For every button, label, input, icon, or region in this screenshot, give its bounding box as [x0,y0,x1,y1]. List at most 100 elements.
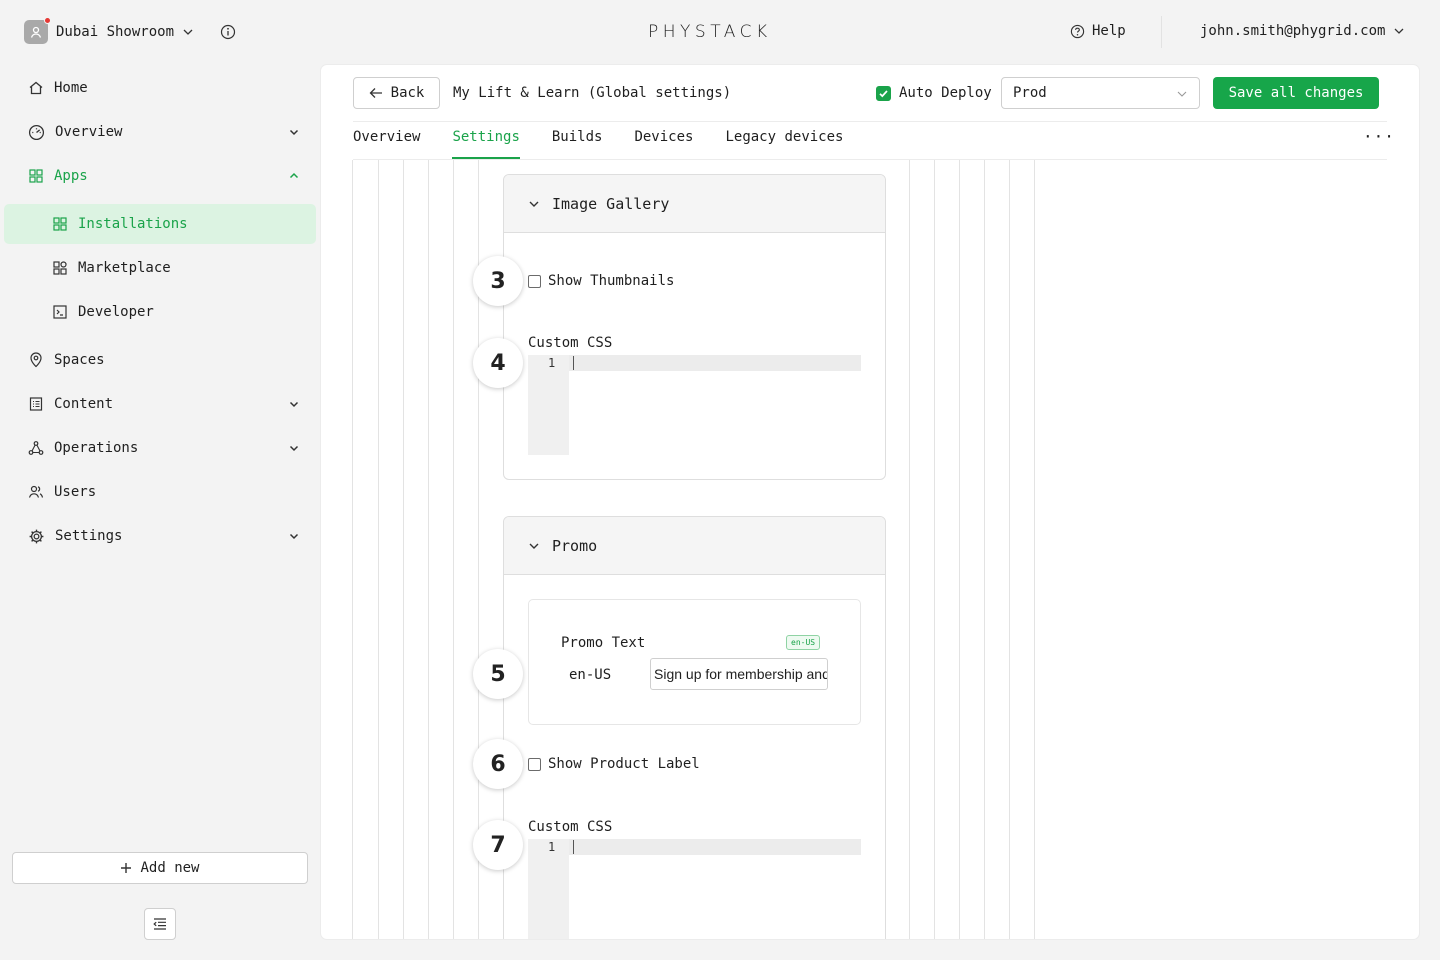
sidebar-item-label: Overview [55,124,123,140]
sidebar-item-installations[interactable]: Installations [52,212,188,236]
sidebar-item-spaces[interactable]: Spaces [28,348,300,372]
chevron-down-icon [289,401,299,408]
checkbox-box[interactable] [528,274,541,288]
nesting-guide-line [403,160,404,939]
chevron-down-icon[interactable] [182,26,194,38]
sidebar-item-label: Home [54,80,88,96]
topbar-divider [1161,16,1162,48]
custom-css-label: Custom CSS [528,819,613,835]
step-marker: 6 [473,739,523,789]
promo-header[interactable]: Promo [504,517,885,575]
marketplace-icon [53,261,67,275]
back-label: Back [390,85,425,101]
sidebar-item-home[interactable]: Home [28,76,300,100]
chevron-down-icon [289,533,299,540]
chevron-down-icon [1177,91,1187,97]
help-label: Help [1092,23,1126,39]
auto-deploy-checkbox[interactable] [876,85,891,101]
nesting-guide-line [453,160,454,939]
home-icon [29,81,43,95]
auto-deploy-toggle[interactable]: Auto Deploy [876,85,992,101]
nesting-guide-line [352,160,353,939]
sidebar-item-content[interactable]: Content [28,392,300,416]
sidebar-item-label: Marketplace [78,260,171,276]
sidebar-item-developer[interactable]: Developer [52,300,154,324]
collapse-sidebar-button[interactable] [144,908,176,940]
tab-bar: Overview Settings Builds Devices Legacy … [353,121,875,159]
step-marker: 5 [473,649,523,699]
custom-css-editor[interactable]: 1 [528,839,861,939]
org-avatar [24,17,51,44]
location-pin-icon [30,352,42,368]
sidebar-item-operations[interactable]: Operations [28,436,300,460]
step-marker: 4 [473,338,523,388]
chevron-down-icon [289,129,299,136]
nesting-guide-line [959,160,960,939]
add-new-label: Add new [140,860,200,876]
nesting-guide-line [984,160,985,939]
nesting-guide-line [378,160,379,939]
help-link[interactable]: Help [1070,23,1126,39]
custom-css-editor[interactable]: 1 [528,355,861,455]
locale-label: en-US [569,667,612,683]
save-all-changes-button[interactable]: Save all changes [1213,77,1379,109]
chevron-down-icon [1394,28,1404,34]
text-cursor [573,840,574,854]
sidebar-item-label: Developer [78,304,154,320]
text-cursor [573,356,574,370]
org-switcher[interactable]: Dubai Showroom [24,17,236,44]
tab-devices[interactable]: Devices [634,121,693,159]
active-line-highlight [528,839,861,855]
sidebar-item-overview[interactable]: Overview [28,120,300,144]
add-new-button[interactable]: Add new [12,852,308,884]
chevron-down-icon [289,445,299,452]
sidebar-item-label: Installations [78,216,188,232]
show-thumbnails-label: Show Thumbnails [548,273,675,289]
tab-legacy-devices[interactable]: Legacy devices [725,121,843,159]
org-name: Dubai Showroom [56,24,175,40]
custom-css-label: Custom CSS [528,335,613,351]
chevron-up-icon [289,172,299,179]
info-icon[interactable] [220,24,236,40]
user-menu[interactable]: john.smith@phygrid.com [1200,23,1405,39]
show-product-label-checkbox[interactable]: Show Product Label [528,756,700,772]
chevron-down-icon [529,543,539,549]
notification-dot [44,17,51,24]
sidebar-item-apps[interactable]: Apps [28,164,300,188]
promo-section: Promo Promo Text en-US en-US Sign up for… [503,516,886,939]
line-gutter [528,839,569,939]
sidebar-item-label: Operations [54,440,139,456]
show-thumbnails-checkbox[interactable]: Show Thumbnails [528,273,674,289]
operations-icon [28,441,44,455]
checkbox-box[interactable] [528,757,541,771]
sidebar-item-label: Apps [54,168,88,184]
sidebar-item-label: Settings [55,528,123,544]
tab-settings[interactable]: Settings [452,121,521,159]
environment-value: Prod [1013,85,1047,101]
environment-select[interactable]: Prod [1001,77,1200,109]
tab-overview[interactable]: Overview [353,121,420,159]
nesting-guide-line [428,160,429,939]
active-line-highlight [528,355,861,371]
step-marker: 3 [473,256,523,306]
users-icon [28,485,44,498]
more-options-icon[interactable]: ··· [1363,127,1395,146]
sidebar-item-marketplace[interactable]: Marketplace [52,256,171,280]
dashboard-icon [28,124,45,140]
phystack-logo[interactable]: PHYSTACK [648,22,772,42]
arrow-left-icon [369,88,382,98]
nesting-guide-line [1034,160,1035,939]
locale-badge[interactable]: en-US [786,635,821,650]
check-icon [879,89,888,97]
gear-icon [29,529,44,543]
image-gallery-section: Image Gallery Show Thumbnails Custom CSS… [503,174,886,480]
sidebar-item-users[interactable]: Users [28,480,300,504]
promo-text-label: Promo Text [561,635,646,651]
tab-builds[interactable]: Builds [552,121,603,159]
main-panel: Back My Lift & Learn (Global settings) A… [321,65,1419,939]
sidebar-item-settings[interactable]: Settings [28,524,300,548]
image-gallery-header[interactable]: Image Gallery [504,175,885,233]
line-number: 1 [548,356,556,370]
back-button[interactable]: Back [353,77,440,109]
promo-text-input[interactable]: Sign up for membership and [650,658,828,690]
